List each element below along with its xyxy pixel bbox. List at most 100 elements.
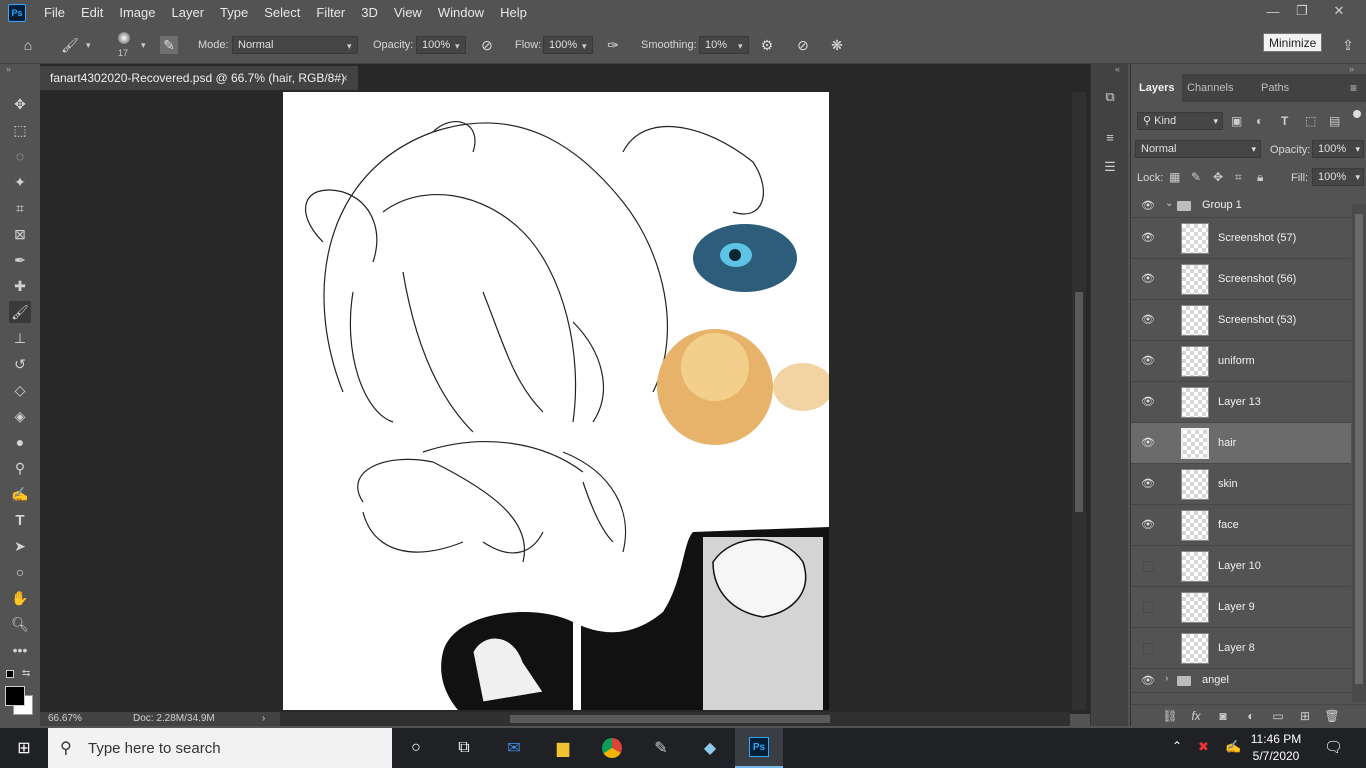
layer-row[interactable]: Layer 10: [1131, 546, 1351, 587]
layer-row[interactable]: 👁︎ Screenshot (53): [1131, 300, 1351, 341]
crop-tool-icon[interactable]: ⌗: [9, 197, 31, 219]
magic-wand-tool-icon[interactable]: ✦: [9, 171, 31, 193]
notifications-icon[interactable]: 🗨︎: [1324, 738, 1343, 756]
share-icon[interactable]: ⇪: [1338, 35, 1358, 55]
hand-tool-icon[interactable]: ✋: [9, 587, 31, 609]
lasso-tool-icon[interactable]: ◌: [9, 145, 31, 167]
menu-window[interactable]: Window: [430, 0, 492, 26]
file-explorer-icon[interactable]: ▆: [539, 728, 587, 768]
layer-row-selected[interactable]: 👁︎ hair: [1131, 423, 1351, 464]
lock-artboard-icon[interactable]: ⌗: [1235, 170, 1242, 185]
layer-row[interactable]: 👁︎ face: [1131, 505, 1351, 546]
layer-row[interactable]: 👁︎ Screenshot (57): [1131, 218, 1351, 259]
task-view-icon[interactable]: ⧉: [440, 728, 488, 768]
mode-select[interactable]: Normal: [232, 36, 358, 54]
new-group-icon[interactable]: ▭: [1270, 708, 1286, 724]
chevron-down-icon[interactable]: ▾: [141, 40, 146, 51]
vertical-scrollbar[interactable]: [1072, 92, 1086, 710]
cortana-icon[interactable]: ○: [392, 728, 440, 768]
path-selection-tool-icon[interactable]: ➤: [9, 535, 31, 557]
history-brush-tool-icon[interactable]: ↺: [9, 353, 31, 375]
move-tool-icon[interactable]: ✥: [9, 93, 31, 115]
more-tools-icon[interactable]: •••: [9, 639, 31, 661]
taskbar-search-box[interactable]: ⚲ Type here to search: [48, 728, 392, 768]
eye-icon[interactable]: 👁︎: [1141, 272, 1155, 286]
pressure-size-icon[interactable]: ⊘: [793, 35, 813, 55]
lock-transparent-icon[interactable]: ▦: [1169, 170, 1180, 184]
close-document-icon[interactable]: ×: [341, 66, 348, 90]
menu-view[interactable]: View: [386, 0, 430, 26]
layer-row[interactable]: 👁︎ Layer 13: [1131, 382, 1351, 423]
app-icon[interactable]: ◆: [686, 728, 734, 768]
history-panel-icon[interactable]: ⧉: [1101, 88, 1119, 106]
photoshop-taskbar-icon[interactable]: Ps: [735, 728, 783, 768]
chevron-down-icon[interactable]: ▾: [86, 40, 91, 51]
collapse-icon[interactable]: «: [1115, 64, 1120, 74]
foreground-color-swatch[interactable]: [5, 686, 25, 706]
chevron-up-icon[interactable]: ⌃: [1172, 739, 1182, 753]
brush-tool-icon[interactable]: 🖌: [9, 301, 31, 323]
brush-settings-icon[interactable]: ✎: [160, 36, 178, 54]
tab-layers[interactable]: Layers: [1131, 74, 1183, 102]
dodge-tool-icon[interactable]: ⚲: [9, 457, 31, 479]
brush-preview-icon[interactable]: [118, 32, 130, 44]
gear-icon[interactable]: ⚙: [757, 35, 777, 55]
frame-tool-icon[interactable]: ⊠: [9, 223, 31, 245]
new-layer-icon[interactable]: ⊞: [1297, 708, 1313, 724]
chevron-right-icon[interactable]: ›: [1165, 673, 1168, 684]
filter-pixel-icon[interactable]: ▣: [1231, 114, 1242, 128]
layer-opacity-input[interactable]: 100% ▾: [1312, 140, 1364, 158]
filter-shape-icon[interactable]: ⬚: [1305, 114, 1316, 128]
eye-icon[interactable]: 👁︎: [1141, 199, 1155, 213]
filter-adjustment-icon[interactable]: ◐: [1256, 114, 1263, 128]
brush-settings-panel-icon[interactable]: ≡: [1101, 128, 1119, 146]
vertical-scroll-thumb[interactable]: [1075, 292, 1083, 512]
layer-row[interactable]: Layer 9: [1131, 587, 1351, 628]
layer-row[interactable]: 👁︎ uniform: [1131, 341, 1351, 382]
menu-type[interactable]: Type: [212, 0, 256, 26]
add-mask-icon[interactable]: ◙: [1215, 708, 1231, 724]
eraser-tool-icon[interactable]: ◇: [9, 379, 31, 401]
blend-mode-select[interactable]: Normal ▾: [1135, 140, 1261, 158]
fill-input[interactable]: 100% ▾: [1312, 168, 1364, 186]
menu-layer[interactable]: Layer: [164, 0, 213, 26]
filter-type-icon[interactable]: T: [1281, 114, 1288, 128]
properties-panel-icon[interactable]: ☰: [1101, 158, 1119, 176]
eye-icon[interactable]: 👁︎: [1141, 674, 1155, 688]
pen-app-icon[interactable]: ✎: [637, 728, 685, 768]
collapse-icon[interactable]: »: [6, 64, 11, 74]
filter-toggle-icon[interactable]: [1353, 110, 1361, 118]
lock-position-icon[interactable]: ✥: [1213, 170, 1223, 184]
document-tab[interactable]: fanart4302020-Recovered.psd @ 66.7% (hai…: [40, 66, 358, 90]
menu-file[interactable]: File: [36, 0, 73, 26]
eyedropper-tool-icon[interactable]: ✒: [9, 249, 31, 271]
fx-icon[interactable]: fx: [1188, 708, 1204, 724]
trash-icon[interactable]: 🗑︎: [1324, 708, 1340, 724]
brush-tool-preset-icon[interactable]: 🖌: [60, 35, 80, 55]
clone-stamp-tool-icon[interactable]: ⊥: [9, 327, 31, 349]
chevron-right-icon[interactable]: ›: [262, 712, 265, 726]
menu-edit[interactable]: Edit: [73, 0, 111, 26]
visibility-toggle[interactable]: [1143, 643, 1154, 654]
marquee-tool-icon[interactable]: ⬚: [9, 119, 31, 141]
layers-scroll-thumb[interactable]: [1355, 214, 1363, 684]
layer-group-row[interactable]: 👁︎ › angel: [1131, 669, 1351, 693]
symmetry-icon[interactable]: ❋: [827, 35, 847, 55]
airbrush-icon[interactable]: ✑: [603, 35, 623, 55]
layer-row[interactable]: 👁︎ Screenshot (56): [1131, 259, 1351, 300]
pen-workspace-icon[interactable]: ✍: [1225, 739, 1241, 755]
lock-all-icon[interactable]: 🔒︎: [1257, 170, 1263, 185]
link-layers-icon[interactable]: ⛓: [1162, 708, 1178, 724]
menu-filter[interactable]: Filter: [308, 0, 353, 26]
eye-icon[interactable]: 👁︎: [1141, 395, 1155, 409]
visibility-toggle[interactable]: [1143, 561, 1154, 572]
eye-icon[interactable]: 👁︎: [1141, 354, 1155, 368]
layer-row[interactable]: 👁︎ skin: [1131, 464, 1351, 505]
horizontal-scroll-thumb[interactable]: [510, 715, 830, 723]
tab-channels[interactable]: Channels: [1179, 74, 1241, 102]
canvas[interactable]: [283, 92, 829, 710]
network-alert-icon[interactable]: ✖: [1198, 739, 1209, 755]
zoom-level[interactable]: 66.67%: [48, 712, 82, 726]
type-tool-icon[interactable]: T: [9, 509, 31, 531]
swap-colors-icon[interactable]: ⇆: [22, 668, 30, 679]
